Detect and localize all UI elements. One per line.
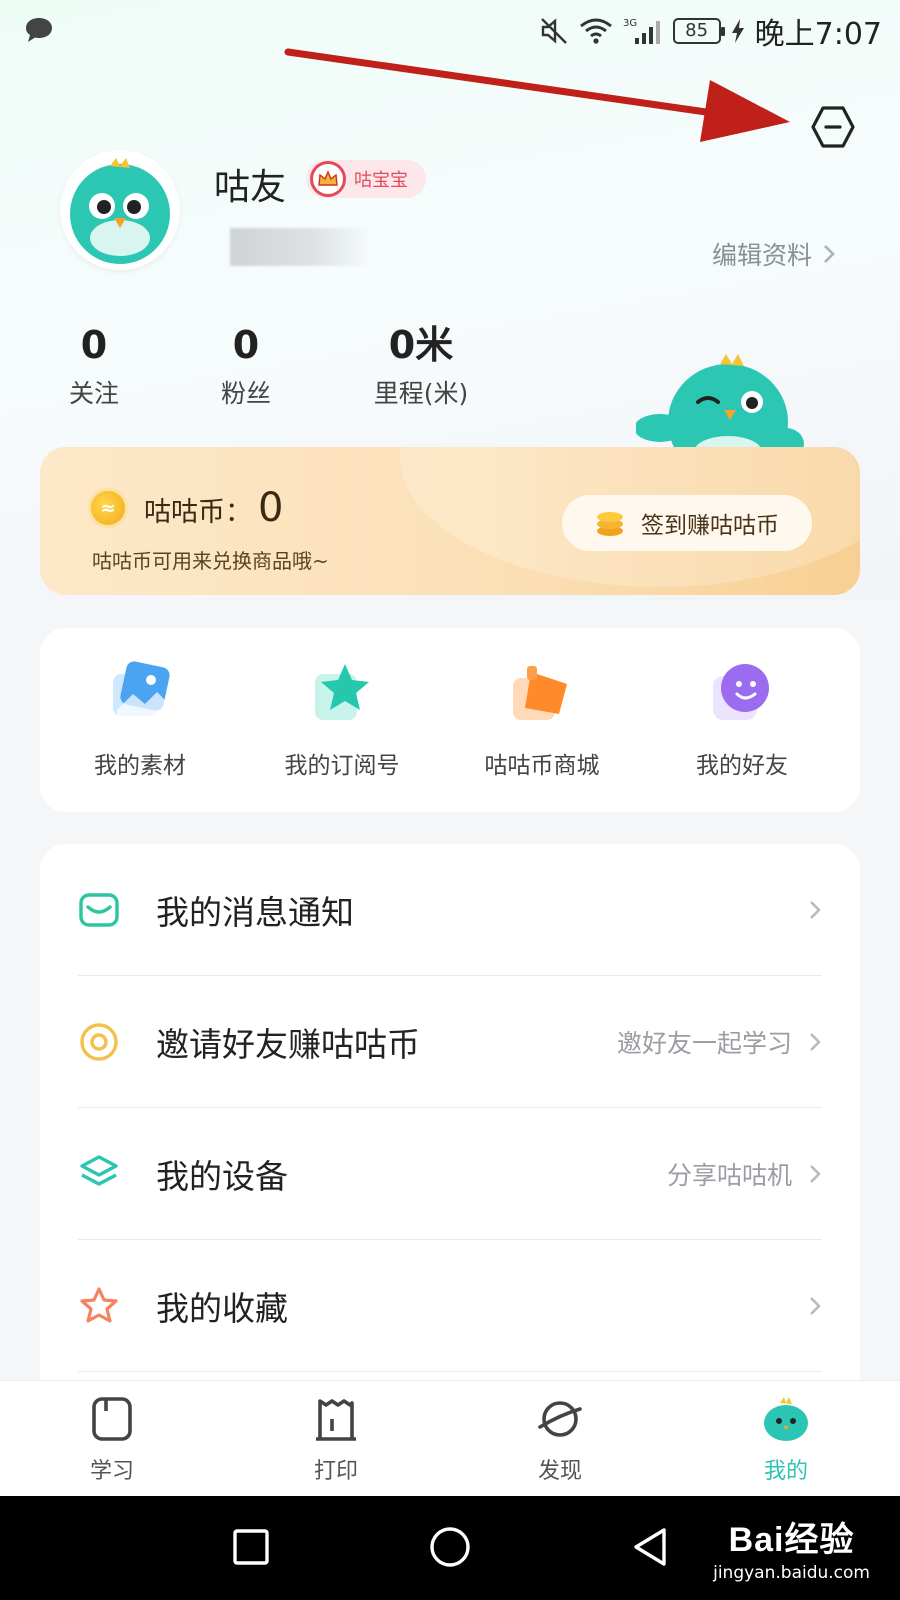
list-item-label: 邀请好友赚咕咕币 [156, 1025, 420, 1064]
list-item-label: 我的收藏 [156, 1289, 288, 1328]
menu-list: 我的消息通知 邀请好友赚咕咕币 邀好友一起学习 我的设备 分享咕咕机 我的收藏 [40, 844, 860, 1404]
recent-apps-icon[interactable] [230, 1526, 272, 1568]
list-item-favorites[interactable]: 我的收藏 [78, 1240, 822, 1372]
chevron-right-icon [824, 245, 835, 263]
home-icon[interactable] [428, 1526, 472, 1570]
chevron-right-icon [810, 1297, 821, 1315]
signin-earn-coins-button[interactable]: 签到赚咕咕币 [562, 495, 812, 551]
bird-mascot-avatar-icon [70, 158, 170, 264]
chevron-right-icon [810, 1033, 821, 1051]
grid-item-friends[interactable]: 我的好友 [652, 660, 832, 780]
coin-card: ≈ 咕咕币： 0 咕咕币可用来兑换商品哦~ 签到赚咕咕币 [40, 447, 860, 595]
level-badge[interactable]: 咕宝宝 [306, 160, 426, 198]
peeking-mascot-icon [636, 354, 804, 462]
tab-study[interactable]: 学习 [52, 1395, 172, 1485]
badge-label: 咕宝宝 [354, 170, 408, 191]
invite-icon [80, 1023, 118, 1061]
svg-text:3G: 3G [623, 18, 637, 29]
annotation-arrow [284, 48, 790, 142]
planet-icon [538, 1401, 582, 1437]
blurred-user-id [230, 228, 370, 266]
list-item-my-devices[interactable]: 我的设备 分享咕咕机 [78, 1108, 822, 1240]
settings-button[interactable] [808, 102, 858, 152]
tab-discover[interactable]: 发现 [500, 1395, 620, 1485]
signin-button-label: 签到赚咕咕币 [641, 513, 779, 539]
list-item-label: 我的设备 [156, 1157, 288, 1196]
back-icon[interactable] [630, 1526, 670, 1570]
material-icon [113, 661, 170, 716]
settings-hexagon-icon [811, 106, 855, 148]
baidu-jingyan-watermark: Bai经验 jingyan.baidu.com [713, 1512, 870, 1583]
bottom-navigation: 学习 打印 发现 我的 [0, 1380, 900, 1496]
grid-item-subscriptions[interactable]: 我的订阅号 [252, 660, 432, 780]
stat-value: 0米 [388, 323, 454, 367]
crown-badge-icon [310, 161, 346, 197]
device-icon [80, 1155, 118, 1186]
favorite-icon [80, 1287, 118, 1323]
stat-followers[interactable]: 0 粉丝 [208, 322, 284, 410]
coin-description: 咕咕币可用来兑换商品哦~ [92, 549, 329, 573]
list-item-message-notifications[interactable]: 我的消息通知 [78, 844, 822, 976]
list-item-label: 我的消息通知 [156, 893, 354, 932]
shop-icon [513, 666, 567, 720]
list-item-subtext: 邀好友一起学习 [616, 1029, 792, 1058]
list-item-invite-friends[interactable]: 邀请好友赚咕咕币 邀好友一起学习 [78, 976, 822, 1108]
grid-item-materials[interactable]: 我的素材 [50, 660, 230, 780]
grid-item-label: 咕咕币商城 [484, 753, 600, 779]
friend-icon [713, 664, 769, 720]
stat-mileage[interactable]: 0米 里程(米) [356, 322, 486, 410]
coin-stack-icon [597, 512, 623, 536]
bird-mascot-tab-icon [764, 1397, 808, 1441]
list-item-subtext: 分享咕咕机 [666, 1161, 792, 1190]
stat-label: 关注 [68, 379, 119, 408]
gugu-coin-icon: ≈ [88, 488, 128, 528]
stat-label: 粉丝 [220, 379, 271, 408]
coin-label: 咕咕币： [144, 497, 252, 528]
book-icon [92, 1397, 132, 1441]
tab-mine[interactable]: 我的 [726, 1395, 846, 1485]
tab-label: 打印 [313, 1459, 358, 1484]
tab-label: 学习 [89, 1459, 134, 1484]
grid-item-label: 我的好友 [696, 753, 788, 779]
edit-profile-link[interactable]: 编辑资料 [712, 236, 836, 272]
stat-label: 里程(米) [373, 379, 469, 408]
tab-label: 发现 [537, 1459, 582, 1484]
star-subscription-icon [315, 664, 369, 720]
edit-profile-label: 编辑资料 [711, 241, 812, 270]
watermark-brand: Bai经验 [728, 1521, 855, 1559]
username: 咕友 [214, 167, 287, 208]
system-navigation-bar: Bai经验 jingyan.baidu.com [0, 1496, 900, 1600]
chevron-right-icon [810, 901, 821, 919]
printer-paper-icon [316, 1399, 356, 1441]
grid-item-label: 我的订阅号 [284, 753, 400, 779]
grid-item-coin-mall[interactable]: 咕咕币商城 [452, 660, 632, 780]
stat-value: 0 [80, 323, 108, 367]
chat-notification-icon [26, 18, 52, 42]
divider [78, 1371, 822, 1372]
stat-value: 0 [232, 323, 260, 367]
tab-label: 我的 [763, 1459, 808, 1484]
tab-print[interactable]: 打印 [276, 1395, 396, 1485]
stat-following[interactable]: 0 关注 [56, 322, 132, 410]
message-icon [79, 893, 119, 927]
grid-item-label: 我的素材 [94, 753, 186, 779]
shortcut-grid: 我的素材 我的订阅号 咕咕币商城 我的好友 [40, 628, 860, 812]
watermark-url: jingyan.baidu.com [713, 1563, 870, 1583]
chevron-right-icon [810, 1165, 821, 1183]
avatar[interactable] [60, 150, 180, 270]
coin-balance: 0 [258, 485, 284, 531]
